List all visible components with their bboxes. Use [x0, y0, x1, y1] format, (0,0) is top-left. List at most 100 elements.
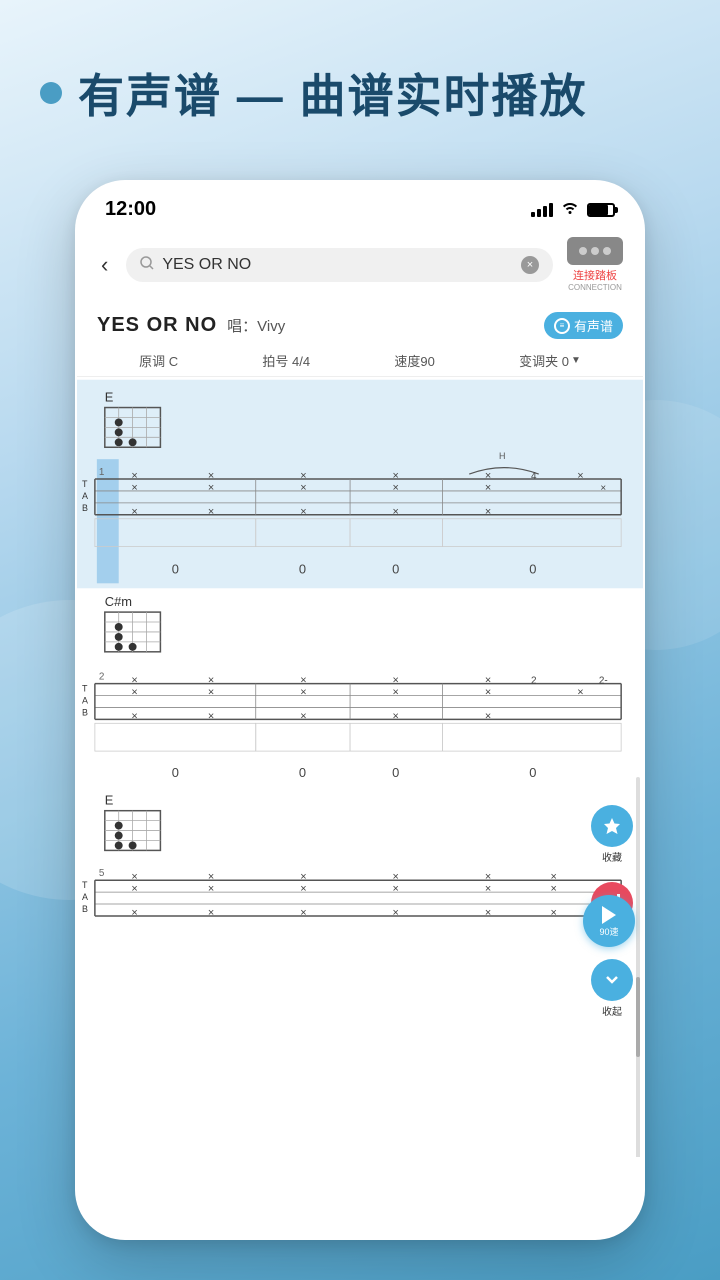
wifi-icon: [561, 200, 579, 219]
svg-text:H: H: [499, 451, 505, 461]
svg-text:×: ×: [131, 482, 137, 494]
search-clear-button[interactable]: ×: [521, 256, 539, 274]
svg-text:×: ×: [485, 883, 491, 895]
svg-text:×: ×: [300, 883, 306, 895]
play-speed-label: 90速: [599, 925, 618, 938]
song-artist: 唱：Vivy: [227, 315, 285, 336]
svg-text:×: ×: [550, 883, 556, 895]
svg-text:×: ×: [131, 675, 137, 687]
svg-text:0: 0: [529, 765, 536, 780]
connection-device-icon: [567, 237, 623, 265]
svg-text:×: ×: [208, 675, 214, 687]
signal-icon: [531, 203, 553, 217]
play-button-container: 90速: [583, 895, 635, 947]
svg-text:×: ×: [600, 483, 606, 494]
svg-text:×: ×: [300, 907, 306, 919]
song-info: YES OR NO 唱：Vivy ≡ 有声谱: [77, 300, 643, 345]
search-icon: [140, 256, 154, 273]
svg-text:4: 4: [531, 471, 537, 482]
header-dot: [40, 82, 62, 104]
chord-label-e2: E: [105, 793, 114, 808]
svg-text:×: ×: [393, 482, 399, 494]
svg-text:T: T: [82, 479, 88, 489]
svg-text:0: 0: [392, 765, 399, 780]
svg-text:×: ×: [208, 687, 214, 699]
svg-text:×: ×: [550, 871, 556, 883]
song-title-area: YES OR NO 唱：Vivy: [97, 314, 285, 337]
search-input-value: YES OR NO: [162, 256, 513, 274]
svg-text:×: ×: [131, 883, 137, 895]
svg-text:×: ×: [131, 907, 137, 919]
svg-text:×: ×: [393, 675, 399, 687]
svg-text:A: A: [82, 695, 88, 705]
capo-dropdown-arrow: ▼: [571, 355, 581, 366]
svg-text:×: ×: [208, 710, 214, 722]
svg-text:×: ×: [300, 675, 306, 687]
svg-text:×: ×: [393, 506, 399, 518]
playing-section-bg: [77, 380, 643, 589]
chord-label-e1: E: [105, 390, 114, 405]
app-header: 有声谱 — 曲谱实时播放: [0, 0, 720, 146]
svg-text:×: ×: [485, 907, 491, 919]
connection-button[interactable]: 连接踏板 CONNECTION: [563, 237, 627, 292]
svg-text:2: 2: [99, 672, 105, 683]
svg-text:T: T: [82, 684, 88, 694]
connection-cn-label: 连接踏板: [573, 267, 617, 283]
chord-label-csm: C#m: [105, 594, 132, 609]
battery-icon: [587, 203, 615, 217]
svg-text:×: ×: [485, 710, 491, 722]
svg-text:0: 0: [299, 561, 306, 576]
music-time-sig: 拍号 4/4: [262, 351, 310, 370]
svg-text:×: ×: [577, 687, 583, 699]
svg-text:×: ×: [300, 482, 306, 494]
svg-text:0: 0: [392, 561, 399, 576]
status-time: 12:00: [105, 198, 156, 221]
music-tempo: 速度90: [394, 351, 434, 370]
collapse-button[interactable]: 收起: [585, 951, 639, 1026]
svg-text:×: ×: [131, 871, 137, 883]
phone-mockup: 12:00 ‹ YES OR NO ×: [75, 180, 645, 1240]
svg-text:A: A: [82, 491, 88, 501]
svg-text:×: ×: [208, 907, 214, 919]
badge-icon: ≡: [554, 318, 570, 334]
search-box[interactable]: YES OR NO ×: [126, 248, 553, 282]
svg-text:×: ×: [485, 675, 491, 687]
svg-text:×: ×: [393, 470, 399, 482]
music-capo[interactable]: 变调夹 0 ▼: [519, 351, 581, 370]
play-button[interactable]: 90速: [583, 895, 635, 947]
header-title: 有声谱 — 曲谱实时播放: [78, 60, 588, 126]
svg-text:×: ×: [300, 506, 306, 518]
back-button[interactable]: ‹: [93, 248, 116, 282]
status-bar: 12:00: [77, 182, 643, 229]
svg-text:T: T: [82, 880, 88, 890]
svg-text:×: ×: [393, 710, 399, 722]
tab-notation-area: E 1 T A B: [77, 377, 643, 1157]
svg-text:×: ×: [300, 710, 306, 722]
youshenpu-badge[interactable]: ≡ 有声谱: [544, 312, 623, 339]
svg-text:1: 1: [99, 467, 105, 478]
svg-text:×: ×: [131, 687, 137, 699]
svg-text:0: 0: [299, 765, 306, 780]
music-info-bar: 原调 C 拍号 4/4 速度90 变调夹 0 ▼: [77, 345, 643, 377]
svg-text:×: ×: [393, 883, 399, 895]
svg-text:×: ×: [300, 687, 306, 699]
svg-text:B: B: [82, 707, 88, 717]
svg-text:×: ×: [131, 470, 137, 482]
svg-text:B: B: [82, 503, 88, 513]
svg-text:×: ×: [208, 883, 214, 895]
svg-text:×: ×: [208, 506, 214, 518]
search-area: ‹ YES OR NO × 连接踏板 CONNECTION: [77, 229, 643, 300]
svg-text:×: ×: [485, 506, 491, 518]
svg-text:A: A: [82, 892, 88, 902]
svg-text:2: 2: [531, 676, 537, 687]
svg-text:×: ×: [577, 470, 583, 482]
collect-button[interactable]: 收藏: [585, 797, 639, 872]
collect-label: 收藏: [602, 849, 622, 864]
status-icons: [531, 200, 615, 219]
svg-text:×: ×: [300, 470, 306, 482]
svg-text:×: ×: [485, 470, 491, 482]
svg-text:0: 0: [529, 561, 536, 576]
svg-text:×: ×: [208, 871, 214, 883]
svg-text:×: ×: [485, 871, 491, 883]
svg-text:2-: 2-: [599, 676, 608, 687]
